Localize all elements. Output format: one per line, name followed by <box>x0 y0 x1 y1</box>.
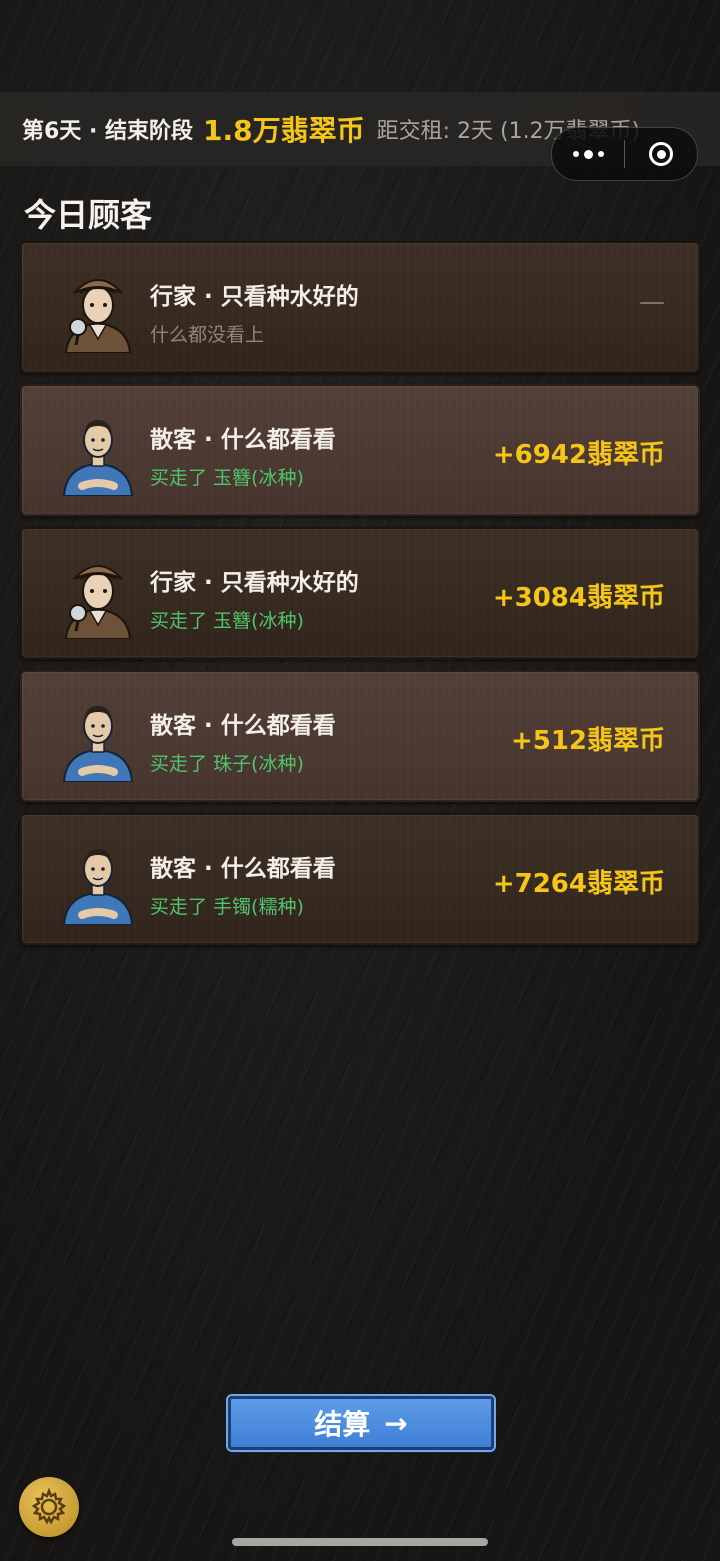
day-phase: 第6天 · 结束阶段 <box>22 119 193 144</box>
customer-card: 行家 · 只看种水好的 什么都没看上 — <box>20 241 700 373</box>
section-title: 今日顾客 <box>24 196 153 234</box>
customer-card: 散客 · 什么都看看 买走了 手镯(糯种) +7264翡翠币 <box>20 813 700 945</box>
customer-name: 散客 · 什么都看看 <box>150 856 336 882</box>
checkout-button[interactable]: 结算 → <box>228 1396 494 1450</box>
customer-name: 行家 · 只看种水好的 <box>150 570 359 596</box>
casual-customer-avatar-icon <box>62 408 134 497</box>
customer-name: 散客 · 什么都看看 <box>150 427 336 453</box>
customer-card: 散客 · 什么都看看 买走了 珠子(冰种) +512翡翠币 <box>20 670 700 802</box>
purchase-result: 买走了 玉簪(冰种) <box>150 610 304 632</box>
purchase-result: 什么都没看上 <box>150 324 265 346</box>
customer-card: 散客 · 什么都看看 买走了 玉簪(冰种) +6942翡翠币 <box>20 384 700 516</box>
customer-name: 散客 · 什么都看看 <box>150 713 336 739</box>
detective-avatar-icon <box>62 265 134 354</box>
customer-list: 行家 · 只看种水好的 什么都没看上 — 散客 · 什么都看看 买走了 玉簪(冰… <box>20 241 700 956</box>
more-dots-icon[interactable] <box>552 128 624 180</box>
gear-icon[interactable] <box>19 1477 79 1537</box>
customer-card: 行家 · 只看种水好的 买走了 玉簪(冰种) +3084翡翠币 <box>20 527 700 659</box>
purchase-result: 买走了 珠子(冰种) <box>150 753 304 775</box>
target-close-icon[interactable] <box>625 128 697 180</box>
purchase-result: 买走了 手镯(糯种) <box>150 896 304 918</box>
earned-amount: — <box>639 287 665 317</box>
earned-amount: +3084翡翠币 <box>492 583 665 613</box>
earned-amount: +7264翡翠币 <box>492 869 665 899</box>
casual-customer-avatar-icon <box>62 837 134 926</box>
purchase-result: 买走了 玉簪(冰种) <box>150 467 304 489</box>
earned-amount: +6942翡翠币 <box>492 440 665 470</box>
earned-amount: +512翡翠币 <box>510 726 665 756</box>
checkout-label: 结算 <box>314 1408 371 1441</box>
coin-balance: 1.8万翡翠币 <box>202 114 365 147</box>
casual-customer-avatar-icon <box>62 694 134 783</box>
home-indicator <box>232 1538 488 1546</box>
customer-name: 行家 · 只看种水好的 <box>150 284 359 310</box>
detective-avatar-icon <box>62 551 134 640</box>
arrow-right-icon: → <box>384 1406 408 1440</box>
miniprogram-capsule <box>551 127 698 181</box>
